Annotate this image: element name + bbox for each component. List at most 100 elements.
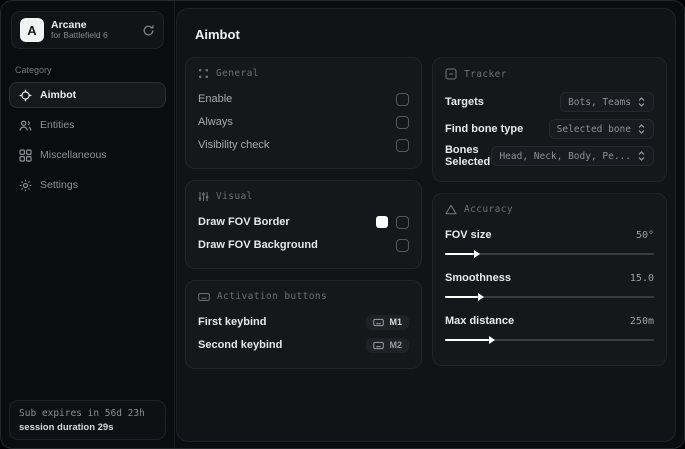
find-bone-type-value: Selected bone bbox=[556, 123, 631, 135]
second-keybind-value: M2 bbox=[389, 340, 402, 350]
general-card-header: General bbox=[198, 68, 409, 79]
unfold-icon bbox=[637, 97, 646, 107]
accuracy-card: Accuracy FOV size 50° Smoothness 15.0 Ma… bbox=[431, 193, 667, 366]
sidebar-item-aimbot[interactable]: Aimbot bbox=[9, 82, 166, 108]
subscription-expiry: Sub expires in 56d 23h bbox=[19, 408, 145, 419]
draw-fov-background-checkbox[interactable] bbox=[395, 238, 409, 252]
targets-value: Bots, Teams bbox=[568, 96, 631, 108]
refresh-icon[interactable] bbox=[142, 24, 155, 37]
left-column: General Enable Always Visibility check V… bbox=[185, 57, 422, 380]
tracker-card-title: Tracker bbox=[463, 68, 507, 80]
bones-selected-label: Bones Selected bbox=[444, 144, 491, 168]
slider-fill bbox=[444, 249, 481, 258]
general-card: General Enable Always Visibility check bbox=[185, 57, 422, 169]
sidebar: A Arcane for Battlefield 6 Category Aimb… bbox=[1, 1, 175, 448]
slider-row: Smoothness 15.0 bbox=[444, 267, 654, 301]
draw-fov-background-label: Draw FOV Background bbox=[198, 239, 318, 251]
activation-card-title: Activation buttons bbox=[217, 291, 328, 302]
slider-row: Max distance 250m bbox=[444, 310, 654, 344]
activation-card: Activation buttons First keybind M1 Seco… bbox=[185, 280, 422, 369]
smoothness-label: Smoothness bbox=[444, 272, 511, 284]
slider-header: FOV size 50° bbox=[445, 224, 654, 246]
max-distance-value: 250m bbox=[629, 315, 654, 327]
second-keybind-label: Second keybind bbox=[198, 339, 283, 351]
visual-card-header: Visual bbox=[198, 191, 409, 202]
visibility-check-label: Visibility check bbox=[198, 139, 270, 151]
targets-label: Targets bbox=[444, 96, 484, 108]
fov-border-color-swatch[interactable] bbox=[375, 216, 388, 228]
bones-selected-value: Head, Neck, Body, Pe... bbox=[499, 150, 631, 162]
slider-fill bbox=[444, 335, 495, 344]
fov-size-value: 50° bbox=[635, 229, 654, 241]
targets-dropdown[interactable]: Bots, Teams bbox=[560, 92, 654, 112]
general-icon bbox=[198, 68, 209, 79]
setting-row: First keybind M1 bbox=[198, 311, 409, 333]
accuracy-card-header: Accuracy bbox=[445, 204, 654, 215]
session-duration: session duration 29s bbox=[19, 422, 114, 433]
tracker-icon bbox=[445, 68, 457, 80]
subscription-card: Sub expires in 56d 23h session duration … bbox=[9, 400, 166, 440]
fov-size-slider[interactable] bbox=[444, 249, 654, 258]
app-subtitle: for Battlefield 6 bbox=[51, 30, 108, 41]
visual-card-title: Visual bbox=[216, 191, 253, 202]
first-keybind-label: First keybind bbox=[198, 316, 267, 328]
always-checkbox[interactable] bbox=[395, 115, 409, 129]
always-label: Always bbox=[198, 116, 233, 128]
sidebar-item-label: Entities bbox=[40, 119, 75, 131]
content-columns: General Enable Always Visibility check V… bbox=[185, 57, 667, 380]
max-distance-slider[interactable] bbox=[444, 335, 654, 344]
enable-checkbox[interactable] bbox=[395, 92, 409, 106]
keyboard-icon bbox=[373, 341, 385, 350]
visual-card: Visual Draw FOV Border Draw FOV Backgrou… bbox=[185, 180, 422, 269]
max-distance-label: Max distance bbox=[444, 315, 515, 327]
slider-fill bbox=[444, 292, 485, 301]
sliders-icon bbox=[198, 191, 209, 202]
slider-header: Max distance 250m bbox=[445, 310, 654, 332]
unfold-icon bbox=[637, 151, 646, 161]
first-keybind-value: M1 bbox=[389, 317, 402, 327]
bones-selected-dropdown[interactable]: Head, Neck, Body, Pe... bbox=[491, 146, 654, 166]
brand-card: A Arcane for Battlefield 6 bbox=[11, 11, 164, 49]
find-bone-type-label: Find bone type bbox=[444, 123, 524, 135]
sidebar-item-entities[interactable]: Entities bbox=[9, 112, 166, 138]
accuracy-card-title: Accuracy bbox=[463, 204, 513, 215]
main-panel: Aimbot General Enable Always Visibility … bbox=[176, 8, 676, 442]
sidebar-item-label: Miscellaneous bbox=[40, 149, 107, 161]
second-keybind-button[interactable]: M2 bbox=[366, 337, 409, 353]
crosshair-icon bbox=[19, 89, 32, 102]
fov-size-label: FOV size bbox=[444, 229, 492, 241]
find-bone-type-dropdown[interactable]: Selected bone bbox=[548, 119, 654, 139]
fov-border-controls bbox=[375, 215, 409, 229]
grid-icon bbox=[19, 148, 32, 162]
right-column: Tracker Targets Bots, Teams Find bone ty… bbox=[431, 57, 667, 377]
sidebar-nav: Aimbot Entities Miscellaneous Settings bbox=[1, 82, 174, 202]
visibility-check-checkbox[interactable] bbox=[395, 138, 409, 152]
entities-icon bbox=[19, 119, 32, 132]
brand-text: Arcane for Battlefield 6 bbox=[51, 19, 108, 41]
enable-label: Enable bbox=[198, 93, 233, 105]
sidebar-item-settings[interactable]: Settings bbox=[9, 172, 166, 198]
category-label: Category bbox=[15, 65, 52, 75]
draw-fov-border-checkbox[interactable] bbox=[395, 215, 409, 229]
smoothness-slider[interactable] bbox=[444, 292, 654, 301]
sidebar-item-label: Settings bbox=[40, 179, 78, 191]
sidebar-item-miscellaneous[interactable]: Miscellaneous bbox=[9, 142, 166, 168]
tracker-card: Tracker Targets Bots, Teams Find bone ty… bbox=[431, 57, 667, 182]
setting-row: Find bone type Selected bone bbox=[445, 116, 654, 142]
setting-row: Draw FOV Background bbox=[198, 234, 409, 256]
setting-row: Bones Selected Head, Neck, Body, Pe... bbox=[445, 143, 654, 169]
setting-row: Targets Bots, Teams bbox=[445, 89, 654, 115]
sidebar-item-label: Aimbot bbox=[40, 89, 77, 101]
slider-row: FOV size 50° bbox=[444, 224, 654, 258]
unfold-icon bbox=[637, 124, 646, 134]
slider-header: Smoothness 15.0 bbox=[445, 267, 654, 289]
app-window: A Arcane for Battlefield 6 Category Aimb… bbox=[0, 0, 685, 449]
smoothness-value: 15.0 bbox=[629, 272, 654, 284]
first-keybind-button[interactable]: M1 bbox=[366, 314, 409, 330]
keyboard-icon bbox=[198, 292, 210, 302]
keyboard-icon bbox=[373, 318, 385, 327]
setting-row: Always bbox=[198, 111, 409, 133]
activation-card-header: Activation buttons bbox=[198, 291, 409, 302]
app-logo: A bbox=[20, 18, 44, 42]
